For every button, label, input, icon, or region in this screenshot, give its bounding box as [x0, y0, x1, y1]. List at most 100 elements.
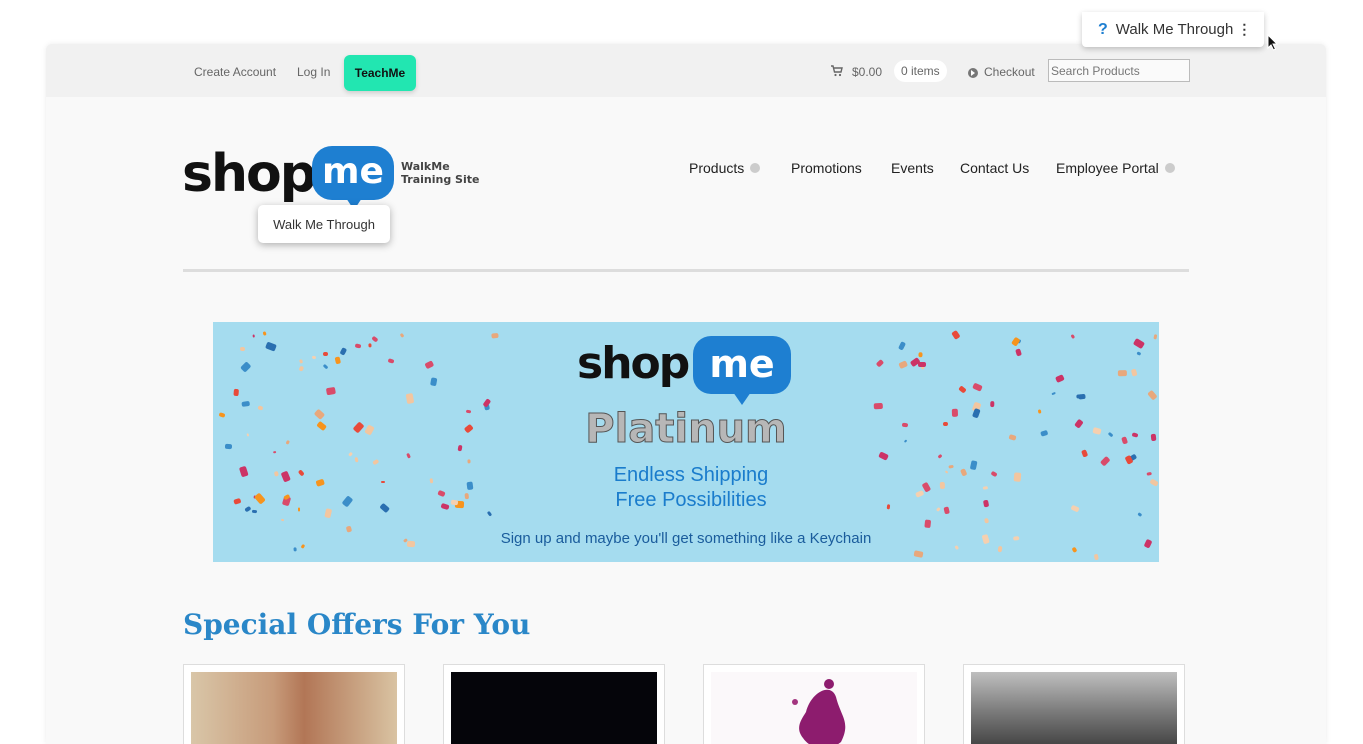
confetti-piece [293, 547, 297, 552]
confetti-piece [898, 360, 909, 370]
confetti-piece [325, 387, 336, 396]
product-image-2[interactable] [451, 672, 657, 744]
confetti-piece [1051, 391, 1056, 396]
confetti-piece [281, 518, 285, 522]
confetti-piece [233, 388, 239, 396]
confetti-piece [387, 358, 395, 365]
confetti-piece [263, 331, 267, 336]
nav-promotions[interactable]: Promotions [791, 160, 862, 176]
confetti-piece [405, 393, 415, 405]
walkme-widget-label: Walk Me Through [1115, 21, 1234, 38]
confetti-piece [1055, 374, 1066, 383]
banner-footer-text: Sign up and maybe you'll get something l… [500, 530, 872, 547]
chevron-down-icon [750, 163, 761, 174]
nav-products[interactable]: Products [689, 160, 761, 176]
help-question-icon: ? [1098, 20, 1108, 38]
tagline-line-1: WalkMe [401, 160, 450, 173]
create-account-link[interactable]: Create Account [194, 65, 276, 79]
special-offers-heading: Special Offers For You [183, 608, 531, 641]
nav-products-label: Products [689, 160, 745, 176]
shopme-logo[interactable]: shop me [182, 142, 402, 212]
confetti-piece [406, 453, 412, 459]
confetti-piece [240, 347, 246, 352]
confetti-piece [877, 451, 889, 461]
confetti-piece [334, 356, 342, 365]
shop-frame: Create Account Log In TeachMe $0.00 0 it… [46, 44, 1326, 744]
product-card-1[interactable] [183, 664, 405, 744]
confetti-piece [1070, 334, 1076, 339]
confetti-piece [368, 343, 372, 348]
product-card-4[interactable] [963, 664, 1185, 744]
banner-title: Platinum [585, 406, 787, 453]
confetti-piece [339, 347, 348, 356]
confetti-piece [1010, 336, 1021, 347]
checkout-link[interactable]: Checkout [984, 65, 1035, 79]
checkout-icon[interactable] [968, 68, 978, 78]
logo-me-bubble: me [312, 146, 394, 210]
nav-employee-portal-label: Employee Portal [1056, 160, 1159, 176]
platinum-promo-banner[interactable]: shop me Platinum Endless Shipping Free P… [213, 322, 1159, 562]
chevron-down-icon [1164, 163, 1175, 174]
product-image-1[interactable] [191, 672, 397, 744]
confetti-piece [983, 517, 989, 524]
confetti-piece [1132, 337, 1145, 349]
confetti-piece [1071, 546, 1078, 554]
banner-line-1: Endless Shipping [613, 464, 769, 486]
tagline-line-2: Training Site [401, 173, 480, 186]
confetti-piece [951, 329, 962, 340]
nav-employee-portal[interactable]: Employee Portal [1056, 160, 1175, 176]
nav-contact-us[interactable]: Contact Us [960, 160, 1029, 176]
mouse-cursor-icon [1267, 34, 1279, 51]
confetti-piece [323, 352, 329, 356]
confetti-piece [467, 459, 471, 464]
logo-shop-text: shop [182, 144, 317, 204]
logo-me-text: me [322, 151, 384, 192]
confetti-piece [311, 355, 317, 359]
search-input[interactable] [1048, 59, 1190, 82]
confetti-piece [1014, 348, 1022, 357]
banner-logo-shop-text: shop [577, 338, 690, 389]
product-card-2[interactable] [443, 664, 665, 744]
confetti-piece [1136, 351, 1141, 356]
confetti-piece [299, 358, 304, 364]
confetti-piece [1093, 553, 1100, 561]
confetti-piece [298, 365, 304, 372]
teachme-button[interactable]: TeachMe [344, 55, 416, 91]
product-image-4[interactable] [971, 672, 1177, 744]
confetti-piece [918, 352, 923, 358]
confetti-piece [1075, 393, 1083, 399]
product-card-3[interactable] [703, 664, 925, 744]
banner-logo-me-bubble: me [693, 336, 791, 405]
confetti-piece [354, 343, 363, 349]
more-options-icon[interactable]: ⋮ [1237, 21, 1251, 38]
confetti-piece [252, 334, 255, 339]
product-image-3[interactable] [711, 672, 917, 744]
cart-icon[interactable] [831, 65, 843, 77]
banner-shopme-logo: shop me [577, 336, 797, 406]
confetti-piece [971, 382, 982, 392]
confetti-piece [490, 332, 499, 339]
confetti-piece [354, 457, 359, 463]
confetti-piece [925, 519, 932, 528]
confetti-piece [1147, 389, 1158, 400]
cart-total[interactable]: $0.00 [852, 65, 882, 79]
banner-line-2: Free Possibilities [615, 489, 767, 511]
confetti-piece [348, 451, 353, 457]
confetti-piece [371, 336, 379, 343]
confetti-piece [240, 361, 252, 373]
confetti-piece [430, 377, 438, 387]
confetti-piece [917, 362, 926, 368]
log-in-link[interactable]: Log In [297, 65, 330, 79]
confetti-piece [958, 384, 968, 394]
confetti-piece [1137, 511, 1142, 516]
confetti-piece [913, 549, 924, 558]
nav-events[interactable]: Events [891, 160, 934, 176]
walk-me-through-tooltip[interactable]: Walk Me Through [258, 205, 390, 243]
walkme-widget[interactable]: ? Walk Me Through ⋮ [1082, 12, 1264, 47]
paint-splash-image [792, 679, 846, 744]
confetti-piece [424, 360, 435, 370]
confetti-piece [1152, 334, 1157, 340]
cart-items-badge[interactable]: 0 items [894, 60, 947, 82]
confetti-piece [399, 332, 405, 338]
confetti-piece [265, 341, 278, 352]
